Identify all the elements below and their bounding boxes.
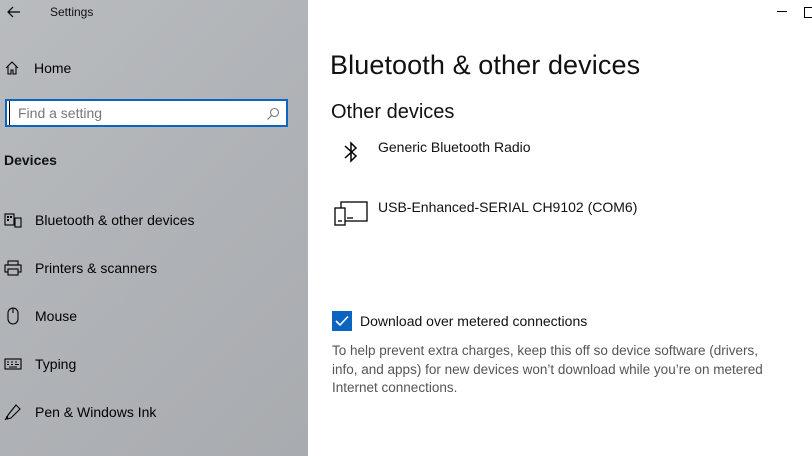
device-name: Generic Bluetooth Radio (378, 139, 531, 155)
search-icon[interactable] (266, 107, 280, 121)
maximize-button[interactable] (804, 0, 812, 24)
mouse-icon (4, 307, 22, 325)
page-title: Bluetooth & other devices (330, 50, 641, 80)
pen-icon (4, 403, 22, 421)
search-box[interactable] (5, 99, 288, 127)
sidebar-item-home[interactable]: Home (4, 58, 71, 78)
section-heading-devices: Devices (4, 152, 57, 168)
caption-buttons (762, 0, 812, 24)
sidebar-item-typing[interactable]: Typing (4, 352, 304, 376)
printer-icon (4, 259, 22, 277)
back-arrow-icon (7, 6, 20, 18)
sidebar-item-label: Pen & Windows Ink (35, 404, 157, 420)
device-item-usb-serial[interactable]: USB-Enhanced-SERIAL CH9102 (COM6) (332, 197, 637, 231)
sidebar-item-label: Printers & scanners (35, 260, 158, 276)
generic-device-icon (332, 197, 370, 231)
bluetooth-devices-icon (4, 211, 22, 229)
keyboard-icon (4, 355, 22, 373)
metered-help-text: To help prevent extra charges, keep this… (332, 343, 763, 395)
home-icon (5, 61, 19, 75)
sidebar-item-mouse[interactable]: Mouse (4, 304, 304, 328)
metered-download-label: Download over metered connections (360, 313, 588, 329)
minimize-icon (777, 11, 787, 12)
settings-window: Settings Home Devices (0, 0, 812, 456)
minimize-button[interactable] (762, 0, 804, 24)
sidebar-item-label: Home (34, 60, 72, 76)
app-title: Settings (50, 5, 94, 19)
checkmark-icon (335, 315, 349, 327)
metered-connection-option[interactable]: Download over metered connections (332, 311, 587, 331)
maximize-icon (804, 7, 812, 18)
sidebar-item-bluetooth[interactable]: Bluetooth & other devices (4, 208, 304, 232)
sidebar-item-pen[interactable]: Pen & Windows Ink (4, 400, 304, 424)
back-button[interactable] (4, 2, 24, 22)
sidebar-item-label: Bluetooth & other devices (35, 212, 195, 228)
sidebar-item-printers[interactable]: Printers & scanners (4, 256, 304, 280)
sidebar: Settings Home Devices (0, 0, 308, 456)
device-item-bluetooth-radio[interactable]: Generic Bluetooth Radio (332, 137, 531, 171)
metered-download-checkbox[interactable] (332, 311, 352, 331)
sidebar-item-label: Typing (35, 356, 77, 372)
device-name: USB-Enhanced-SERIAL CH9102 (COM6) (378, 199, 638, 215)
bluetooth-icon (332, 137, 370, 171)
section-title-other-devices: Other devices (331, 101, 455, 123)
search-input[interactable] (9, 101, 258, 125)
sidebar-item-label: Mouse (35, 308, 78, 324)
